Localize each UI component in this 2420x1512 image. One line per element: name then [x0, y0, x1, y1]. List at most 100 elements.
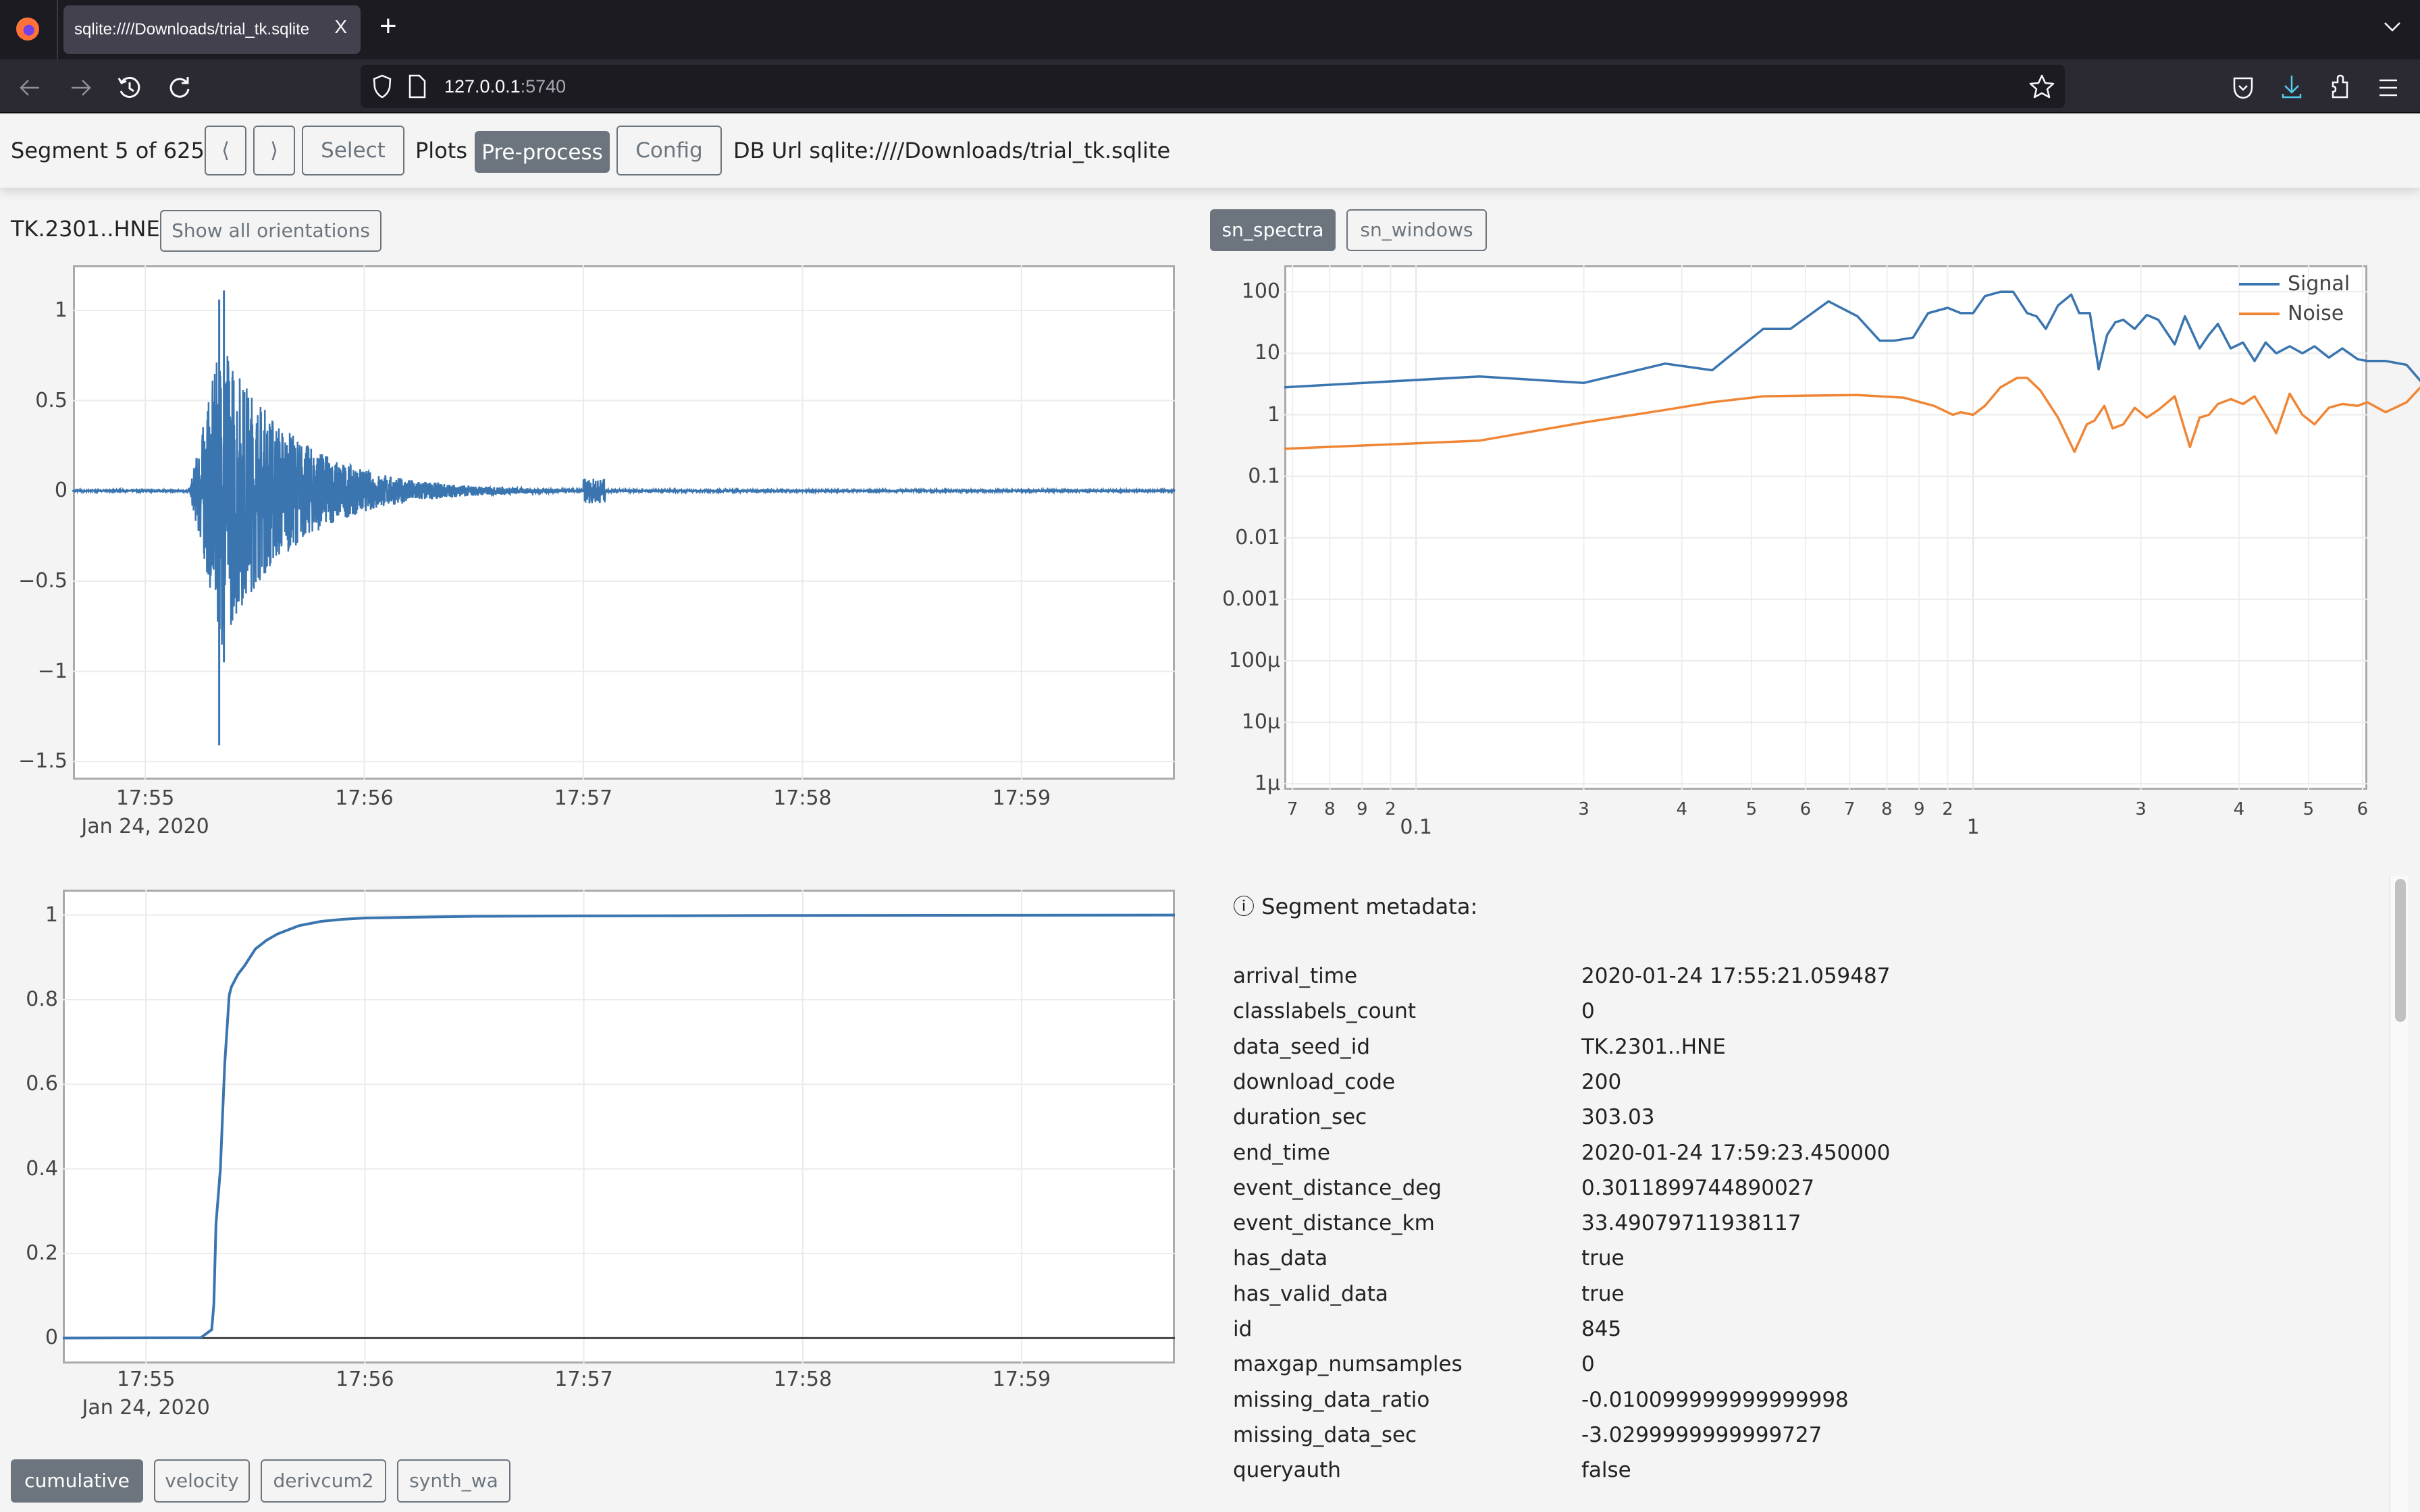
y-tick-label: −1 [37, 659, 68, 683]
firefox-logo-icon [16, 18, 39, 40]
metadata-value: TK.2301..HNE [1581, 1034, 1726, 1059]
pocket-icon[interactable] [2232, 76, 2254, 100]
x-date-label: Jan 24, 2020 [82, 1396, 210, 1420]
y-tick-label: 0 [54, 479, 68, 503]
browser-tab-active[interactable]: sqlite:////Downloads/trial_tk.sqlite X [63, 5, 361, 54]
metadata-key: id [1233, 1317, 1253, 1341]
browser-tab-bar: sqlite:////Downloads/trial_tk.sqlite X + [0, 0, 2420, 59]
legend-label-noise: Noise [2288, 302, 2344, 325]
x-tick-label: 17:57 [554, 1368, 613, 1391]
x-minor-tick-label: 7 [1843, 799, 1856, 819]
x-minor-tick-label: 6 [2357, 799, 2369, 819]
close-tab-icon[interactable]: X [334, 16, 347, 38]
y-tick-label: 0.2 [26, 1241, 58, 1266]
metadata-value: false [1581, 1458, 1631, 1483]
plot-function-button-synth-wa[interactable]: synth_wa [397, 1459, 510, 1503]
metadata-key: data_seed_id [1233, 1034, 1371, 1059]
plot-function-button-derivcum2[interactable]: derivcum2 [261, 1459, 386, 1503]
metadata-scrollbar[interactable] [2389, 876, 2408, 1512]
history-icon[interactable] [115, 73, 144, 103]
metadata-value: 2020-01-24 17:55:21.059487 [1581, 964, 1891, 988]
x-tick-label: 17:55 [115, 786, 175, 810]
x-minor-tick-label: 8 [1324, 799, 1336, 819]
bookmark-star-icon[interactable] [2028, 73, 2055, 100]
metadata-key: has_data [1233, 1246, 1328, 1271]
x-minor-tick-label: 5 [1745, 799, 1758, 819]
channel-label: TK.2301..HNE [11, 216, 160, 242]
new-tab-button[interactable]: + [379, 9, 397, 43]
url-text[interactable]: 127.0.0.1:5740 [444, 76, 566, 97]
segment-metadata-table: arrival_time 2020-01-24 17:55:21.059487 cl… [1233, 964, 2313, 1505]
x-tick-label: 17:57 [554, 786, 613, 810]
y-tick-label: 1 [45, 902, 58, 927]
scrollbar-thumb[interactable] [2395, 879, 2406, 1022]
metadata-key: classlabels_count [1233, 999, 1417, 1024]
plot-function-button-cumulative[interactable]: cumulative [11, 1459, 143, 1503]
y-tick-label: 100µ [1228, 648, 1280, 672]
downloads-icon[interactable] [2281, 74, 2303, 100]
segment-counter: Segment 5 of 625 [11, 138, 205, 163]
tab-separator [57, 0, 58, 59]
metadata-key: arrival_time [1233, 964, 1358, 988]
x-tick-label: 17:55 [116, 1368, 176, 1391]
metadata-value: 0.3011899744890027 [1581, 1175, 1815, 1200]
back-arrow-icon[interactable] [16, 74, 43, 101]
x-tick-label: 17:56 [335, 786, 394, 810]
url-port: :5740 [520, 76, 567, 97]
x-tick-label: 17:56 [336, 1368, 394, 1391]
tab-title: sqlite:////Downloads/trial_tk.sqlite [74, 20, 310, 38]
x-tick-label: 17:59 [992, 786, 1051, 810]
db-url-label: DB Url sqlite:////Downloads/trial_tk.sql… [733, 138, 1171, 163]
y-tick-label: 1 [1267, 402, 1280, 427]
y-tick-label: 0.1 [1248, 464, 1280, 488]
metadata-value: 845 [1581, 1317, 1622, 1341]
spectra-mode-button-sn-windows[interactable]: sn_windows [1346, 209, 1487, 251]
metadata-key: duration_sec [1233, 1105, 1367, 1130]
y-tick-label: 100 [1241, 279, 1280, 304]
y-tick-label: 0.8 [26, 987, 58, 1011]
show-all-orientations-button[interactable]: Show all orientations [160, 210, 382, 252]
waveform-chart [72, 265, 1176, 780]
next-segment-button[interactable]: ⟩ [253, 126, 295, 176]
tab-list-chevron-icon[interactable] [2382, 16, 2402, 36]
y-tick-label: 0.4 [26, 1156, 58, 1181]
prev-segment-button[interactable]: ⟨ [205, 126, 246, 176]
reload-icon[interactable] [165, 73, 194, 103]
y-tick-label: 1µ [1254, 772, 1280, 796]
url-host: 127.0.0.1 [444, 76, 521, 97]
x-minor-tick-label: 2 [1942, 799, 1953, 819]
x-tick-label: 17:58 [773, 786, 832, 810]
url-bar[interactable]: 127.0.0.1:5740 [361, 65, 2065, 108]
page-info-icon[interactable] [408, 74, 427, 99]
metadata-value: 0 [1581, 999, 1595, 1024]
preprocess-toggle-button[interactable]: Pre-process [475, 131, 610, 173]
x-minor-tick-label: 3 [2135, 799, 2147, 819]
metadata-value: -0.010099999999999998 [1581, 1387, 1849, 1412]
x-tick-label: 1 [1966, 815, 1980, 839]
segment-metadata-title: ⓘ Segment metadata: [1233, 894, 1478, 919]
forward-arrow-icon[interactable] [68, 74, 95, 101]
y-tick-label: 1 [54, 298, 68, 322]
metadata-key: maxgap_numsamples [1233, 1352, 1463, 1377]
y-tick-label: −0.5 [18, 568, 68, 593]
metadata-value: 303.03 [1581, 1105, 1655, 1130]
menu-icon[interactable] [2378, 78, 2398, 97]
config-button[interactable]: Config [616, 126, 722, 176]
spectra-mode-button-sn-spectra[interactable]: sn_spectra [1210, 209, 1336, 251]
app-toolbar: Segment 5 of 625 ⟨ ⟩ Select Plots Pre-pr… [0, 115, 2420, 188]
spectra-noise-line [1284, 376, 2420, 454]
spectra-chart [1284, 265, 2420, 790]
metadata-key: queryauth [1233, 1458, 1341, 1483]
x-minor-tick-label: 3 [1578, 799, 1589, 819]
plots-label: Plots [415, 138, 467, 163]
plot-function-button-velocity[interactable]: velocity [154, 1459, 250, 1503]
select-button[interactable]: Select [302, 126, 404, 176]
x-minor-tick-label: 6 [1799, 799, 1812, 819]
shield-icon[interactable] [373, 74, 392, 99]
y-tick-label: 0.001 [1222, 587, 1280, 611]
x-minor-tick-label: 8 [1881, 799, 1893, 819]
x-minor-tick-label: 5 [2303, 799, 2315, 819]
x-date-label: Jan 24, 2020 [81, 815, 209, 838]
metadata-value: 2020-01-24 17:59:23.450000 [1581, 1140, 1891, 1165]
extensions-icon[interactable] [2330, 74, 2351, 100]
